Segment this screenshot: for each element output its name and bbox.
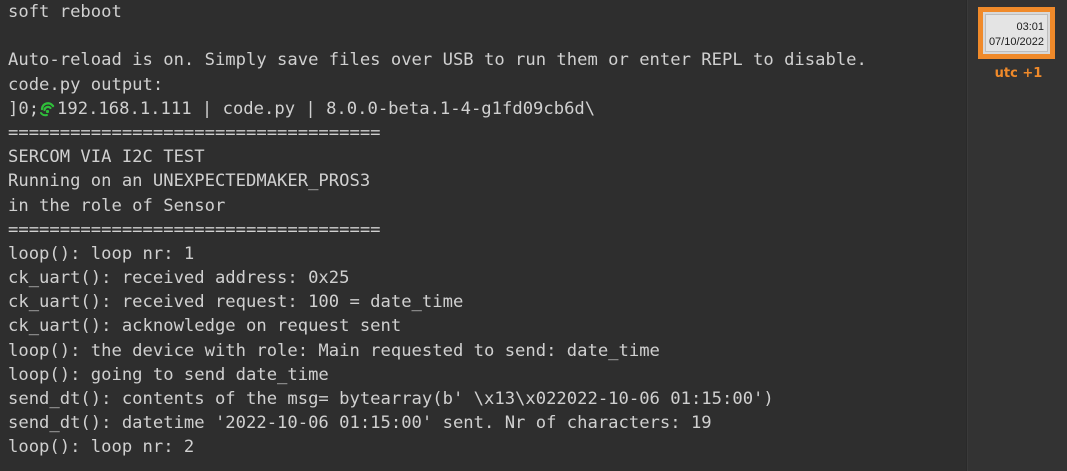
wifi-icon — [39, 100, 56, 117]
terminal-line: Running on an UNEXPECTEDMAKER_PROS3 — [8, 171, 371, 192]
terminal-line: ck_uart(): acknowledge on request sent — [8, 316, 402, 337]
terminal-line: SERCOM VIA I2C TEST — [8, 147, 205, 168]
clock-display: 03:01 07/10/2022 — [985, 14, 1048, 52]
terminal-line: in the role of Sensor — [8, 195, 226, 216]
clock-date: 07/10/2022 — [988, 36, 1044, 48]
terminal-line: soft reboot — [8, 2, 122, 22]
terminal-line: send_dt(): contents of the msg= bytearra… — [8, 389, 774, 409]
terminal-line: loop(): loop nr: 1 — [8, 243, 195, 264]
timezone-label: utc +1 — [994, 66, 1043, 81]
terminal-line: ck_uart(): received request: 100 = date_… — [8, 292, 464, 313]
terminal-line: ck_uart(): received address: 0x25 — [8, 268, 350, 289]
side-panel: 03:01 07/10/2022 utc +1 — [968, 0, 1067, 471]
terminal-line: loop(): loop nr: 2 — [8, 437, 195, 458]
clock-widget[interactable]: 03:01 07/10/2022 — [978, 7, 1055, 59]
terminal-line: Auto-reload is on. Simply save files ove… — [8, 50, 867, 71]
clock-time: 03:01 — [1016, 21, 1044, 33]
terminal-status-text: 192.168.1.111 | code.py | 8.0.0-beta.1-4… — [57, 98, 596, 119]
terminal-line: loop(): going to send date_time — [8, 364, 329, 385]
terminal-line: code.py output: — [8, 74, 164, 95]
serial-terminal[interactable]: soft reboot Auto-reload is on. Simply sa… — [0, 0, 967, 471]
terminal-escape-prefix: ]0; — [8, 98, 40, 119]
terminal-line: ==================================== — [8, 122, 381, 143]
terminal-line: send_dt(): datetime '2022-10-06 01:15:00… — [8, 413, 712, 434]
terminal-line: loop(): the device with role: Main reque… — [8, 340, 660, 361]
terminal-status-line: ]0; 192.168.1.111 | code.py | 8.0.0-beta.… — [8, 97, 966, 121]
terminal-line: ==================================== — [8, 219, 381, 240]
